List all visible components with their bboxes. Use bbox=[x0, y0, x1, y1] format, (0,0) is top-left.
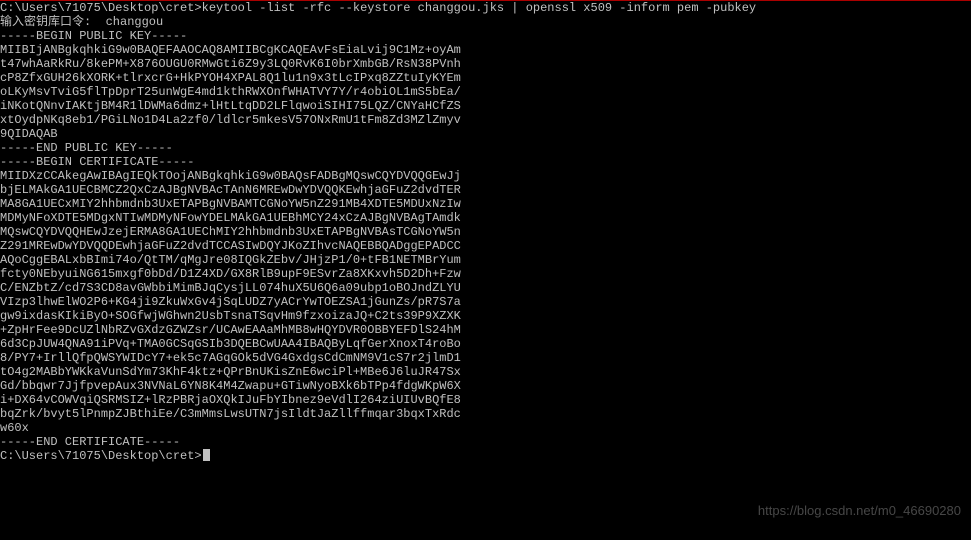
cert-line: fcty0NEbyuiNG615mxgf0bDd/D1Z4XD/GX8RlB9u… bbox=[0, 267, 971, 281]
cert-line: 8/PY7+IrllQfpQWSYWIDcY7+ek5c7AGqGOk5dVG4… bbox=[0, 351, 971, 365]
cert-line: MDMyNFoXDTE5MDgxNTIwMDMyNFowYDELMAkGA1UE… bbox=[0, 211, 971, 225]
cert-end-marker: -----END CERTIFICATE----- bbox=[0, 435, 971, 449]
cert-line: MA8GA1UECxMIY2hhbmdnb3UxETAPBgNVBAMTCGNo… bbox=[0, 197, 971, 211]
pubkey-line: MIIBIjANBgkqhkiG9w0BAQEFAAOCAQ8AMIIBCgKC… bbox=[0, 43, 971, 57]
prompt-ready[interactable]: C:\Users\71075\Desktop\cret> bbox=[0, 449, 971, 463]
cert-line: bjELMAkGA1UECBMCZ2QxCzAJBgNVBAcTAnN6MREw… bbox=[0, 183, 971, 197]
prompt-path: C:\Users\71075\Desktop\cret> bbox=[0, 1, 202, 15]
cert-line: tO4g2MABbYWKkaVunSdYm73KhF4ktz+QPrBnUKis… bbox=[0, 365, 971, 379]
cert-line: MIIDXzCCAkegAwIBAgIEQkTOojANBgkqhkiG9w0B… bbox=[0, 169, 971, 183]
password-prompt: 输入密钥库口令: changgou bbox=[0, 15, 971, 29]
command-text: keytool -list -rfc --keystore changgou.j… bbox=[202, 1, 757, 15]
pubkey-line: oLKyMsvTviG5flTpDprT25unWgE4md1kthRWXOnf… bbox=[0, 85, 971, 99]
pubkey-line: cP8ZfxGUH26kXORK+tlrxcrG+HkPYOH4XPAL8Q1l… bbox=[0, 71, 971, 85]
pubkey-line: 9QIDAQAB bbox=[0, 127, 971, 141]
cert-line: bqZrk/bvyt5lPnmpZJBthiEe/C3mMmsLwsUTN7js… bbox=[0, 407, 971, 421]
cert-line: gw9ixdasKIkiByO+SOGfwjWGhwn2UsbTsnaTSqvH… bbox=[0, 309, 971, 323]
prompt-path: C:\Users\71075\Desktop\cret> bbox=[0, 449, 202, 463]
pubkey-line: xtOydpNKq8eb1/PGiLNo1D4La2zf0/ldlcr5mkes… bbox=[0, 113, 971, 127]
cursor bbox=[203, 449, 210, 461]
terminal-window[interactable]: C:\Users\71075\Desktop\cret>keytool -lis… bbox=[0, 0, 971, 540]
cert-line: MQswCQYDVQQHEwJzejERMA8GA1UEChMIY2hhbmdn… bbox=[0, 225, 971, 239]
pubkey-line: iNKotQNnvIAKtjBM4R1lDWMa6dmz+lHtLtqDD2LF… bbox=[0, 99, 971, 113]
pubkey-line: t47whAaRkRu/8kePM+X876OUGU0RMwGti6Z9y3LQ… bbox=[0, 57, 971, 71]
command-line: C:\Users\71075\Desktop\cret>keytool -lis… bbox=[0, 1, 971, 15]
pubkey-end-marker: -----END PUBLIC KEY----- bbox=[0, 141, 971, 155]
cert-line: 6d3CpJUW4QNA91iPVq+TMA0GCSqGSIb3DQEBCwUA… bbox=[0, 337, 971, 351]
cert-line: Z291MREwDwYDVQQDEwhjaGFuZ2dvdTCCASIwDQYJ… bbox=[0, 239, 971, 253]
cert-line: i+DX64vCOWVqiQSRMSIZ+lRzPBRjaOXQkIJuFbYI… bbox=[0, 393, 971, 407]
cert-begin-marker: -----BEGIN CERTIFICATE----- bbox=[0, 155, 971, 169]
cert-line: VIzp3lhwElWO2P6+KG4ji9ZkuWxGv4jSqLUDZ7yA… bbox=[0, 295, 971, 309]
cert-line: +ZpHrFee9DcUZlNbRZvGXdzGZWZsr/UCAwEAAaMh… bbox=[0, 323, 971, 337]
cert-line: Gd/bbqwr7JjfpvepAux3NVNaL6YN8K4M4Zwapu+G… bbox=[0, 379, 971, 393]
cert-line: AQoCggEBALxbBImi74o/QtTM/qMgJre08IQGkZEb… bbox=[0, 253, 971, 267]
cert-line: C/ENZbtZ/cd7S3CD8avGWbbiMimBJqCysjLL074h… bbox=[0, 281, 971, 295]
cert-line: w60x bbox=[0, 421, 971, 435]
pubkey-begin-marker: -----BEGIN PUBLIC KEY----- bbox=[0, 29, 971, 43]
